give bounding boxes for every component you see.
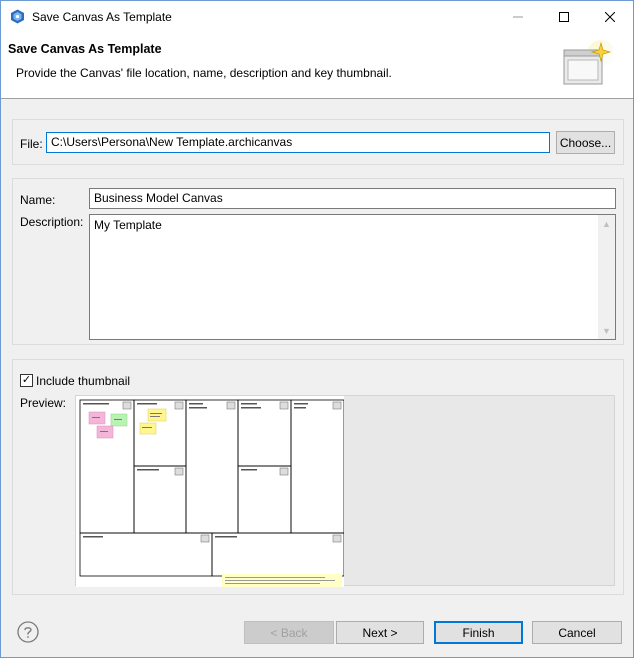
window-title: Save Canvas As Template (32, 10, 172, 24)
description-text: My Template (94, 218, 162, 232)
scroll-down-icon[interactable]: ▼ (598, 322, 615, 339)
minimize-button[interactable] (495, 1, 541, 32)
business-model-canvas-thumbnail (76, 396, 344, 587)
wizard-title: Save Canvas As Template (8, 42, 162, 56)
include-thumbnail-checkbox[interactable]: ✓ (20, 374, 33, 387)
cancel-button[interactable]: Cancel (532, 621, 622, 644)
thumbnail-preview (75, 395, 615, 587)
back-button[interactable]: < Back (244, 621, 334, 644)
minimize-icon (513, 16, 523, 17)
finish-button[interactable]: Finish (434, 621, 523, 644)
next-button[interactable]: Next > (336, 621, 424, 644)
help-icon[interactable] (17, 621, 39, 643)
checkmark-icon: ✓ (21, 374, 32, 386)
name-input[interactable]: Business Model Canvas (89, 188, 616, 209)
include-thumbnail-label: Include thumbnail (36, 374, 131, 388)
choose-button[interactable]: Choose... (556, 131, 615, 154)
description-scrollbar[interactable]: ▲ ▼ (598, 215, 615, 339)
wizard-description: Provide the Canvas' file location, name,… (16, 66, 392, 80)
dialog-window: Save Canvas As Template Save Canvas As T… (0, 0, 634, 658)
maximize-icon (559, 11, 569, 22)
description-label: Description: (20, 215, 84, 229)
wizard-header: Save Canvas As Template Provide the Canv… (1, 32, 633, 99)
name-label: Name: (20, 193, 56, 207)
file-path-input[interactable]: C:\Users\Persona\New Template.archicanva… (46, 132, 550, 153)
preview-label: Preview: (20, 396, 67, 410)
scroll-up-icon[interactable]: ▲ (598, 215, 615, 232)
archi-app-icon (11, 9, 24, 24)
description-textarea[interactable]: My Template ▲ ▼ (89, 214, 616, 340)
file-label: File: (20, 137, 43, 151)
close-button[interactable] (587, 1, 633, 32)
maximize-button[interactable] (541, 1, 587, 32)
close-icon (605, 11, 615, 22)
template-wizard-icon (563, 40, 613, 85)
title-bar: Save Canvas As Template (1, 1, 633, 32)
